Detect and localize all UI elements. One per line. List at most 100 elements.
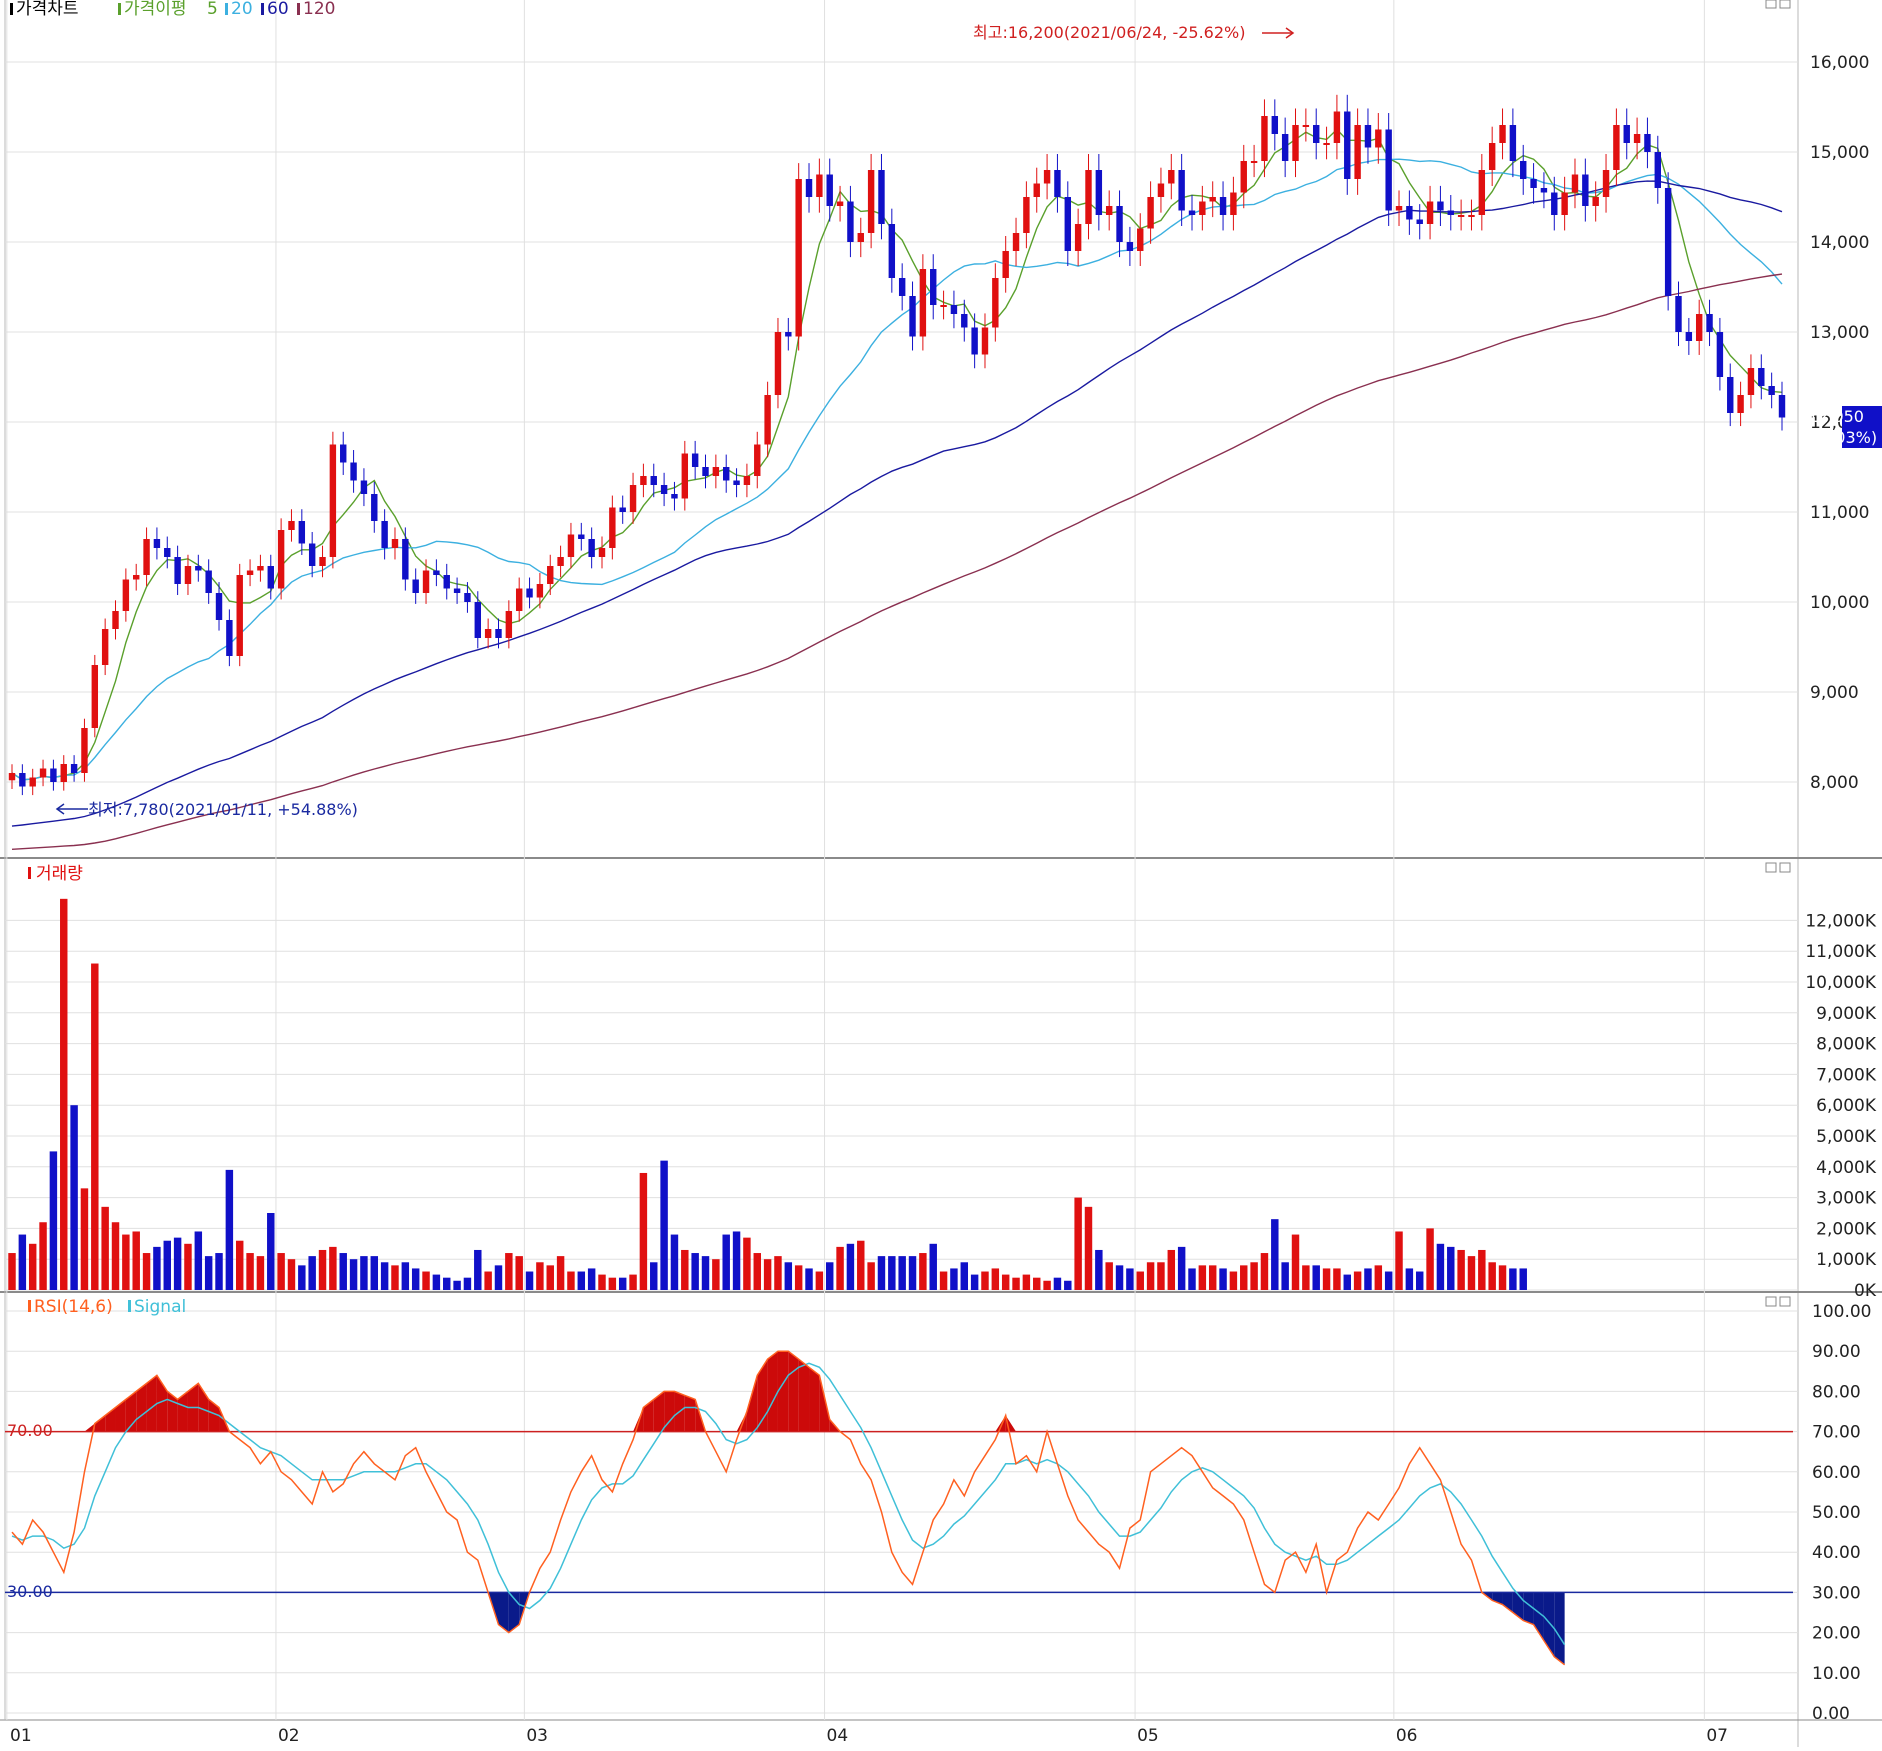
close-icon[interactable] <box>1779 862 1791 873</box>
candle-body <box>1333 111 1341 143</box>
volume-bar <box>825 1262 834 1290</box>
volume-bar <box>1364 1268 1372 1290</box>
rsi-lower-label: 30.00 <box>7 1582 53 1601</box>
volume-bar <box>360 1256 368 1290</box>
volume-bar <box>1426 1228 1434 1290</box>
volume-tick-label: 2,000K <box>1816 1219 1877 1239</box>
candle-body <box>1778 395 1786 418</box>
candle-body <box>1105 206 1113 215</box>
candle-body <box>1727 377 1734 413</box>
candle-body <box>1716 332 1724 377</box>
volume-bar <box>556 1256 565 1290</box>
volume-bar <box>339 1253 347 1290</box>
price-tick-label: 8,000 <box>1810 773 1859 793</box>
candle-body <box>267 566 274 589</box>
volume-bar <box>235 1240 244 1290</box>
volume-bar <box>929 1243 937 1290</box>
candle-body <box>785 332 792 337</box>
candle-body <box>1261 116 1268 161</box>
candle-body <box>453 588 461 593</box>
rsi-pane-controls[interactable] <box>1765 1296 1791 1307</box>
volume-bar <box>1415 1271 1424 1290</box>
legend-marker-ma5 <box>118 3 121 15</box>
candle-body <box>847 201 854 242</box>
price-tick-label: 9,000 <box>1810 683 1859 703</box>
candle-body <box>195 566 202 571</box>
candle-body <box>1582 174 1589 206</box>
candle-body <box>1644 134 1651 152</box>
volume-bar <box>1395 1231 1403 1290</box>
volume-bar <box>722 1234 730 1290</box>
volume-bar <box>618 1277 627 1290</box>
volume-bar <box>1208 1265 1217 1290</box>
volume-bars <box>8 898 1527 1290</box>
candle-body <box>1240 161 1247 193</box>
candle-body <box>19 773 26 787</box>
candle-body <box>484 629 492 638</box>
volume-bar <box>184 1243 192 1290</box>
rsi-tick-label: 100.00 <box>1812 1302 1871 1322</box>
x-tick-label: 07 <box>1706 1726 1728 1746</box>
high-annotation-text: 최고:16,200(2021/06/24, -25.62%) <box>973 23 1245 42</box>
legend-marker-ma120 <box>297 3 300 15</box>
volume-tick-label: 7,000K <box>1816 1065 1877 1085</box>
candle-body <box>795 179 802 337</box>
candle-body <box>588 539 595 557</box>
volume-bar <box>970 1274 979 1290</box>
rsi-grid <box>5 1310 1798 1714</box>
price-tick-label: 10,000 <box>1810 593 1869 613</box>
rsi-oversold-fill <box>1502 1592 1513 1613</box>
legend-marker-ma60 <box>261 3 264 15</box>
volume-bar <box>1064 1280 1072 1290</box>
volume-bar <box>763 1259 772 1290</box>
volume-bar <box>39 1222 47 1290</box>
candle-body <box>619 507 626 512</box>
minimize-icon[interactable] <box>1765 862 1777 873</box>
candle-body <box>1375 129 1382 148</box>
candle-body <box>329 444 337 557</box>
candle-body <box>60 764 67 782</box>
candle-body <box>1592 197 1599 206</box>
minimize-icon[interactable] <box>1765 1296 1777 1307</box>
candle-body <box>1219 197 1227 215</box>
rsi-overbought-fill <box>94 1415 106 1432</box>
volume-bar <box>91 963 99 1290</box>
candle-body <box>1385 129 1392 211</box>
candle-body <box>1364 125 1372 148</box>
rsi-tick-label: 0.00 <box>1812 1704 1850 1724</box>
volume-bar <box>411 1268 420 1290</box>
candle-body <box>1168 170 1175 184</box>
x-tick-label: 05 <box>1137 1726 1159 1746</box>
price-tick-label: 15,000 <box>1810 143 1869 163</box>
candle-body <box>1675 296 1682 332</box>
rsi-oversold-fill <box>1523 1592 1534 1625</box>
candle-body <box>422 570 430 593</box>
candle-body <box>743 476 751 485</box>
candle-body <box>971 327 978 355</box>
candle-body <box>50 768 57 782</box>
candle-body <box>257 566 264 571</box>
candle-body <box>319 557 326 566</box>
volume-bar <box>1167 1249 1176 1290</box>
x-tick-label: 02 <box>278 1726 300 1746</box>
volume-pane-controls[interactable] <box>1765 862 1791 873</box>
volume-bar <box>204 1256 213 1290</box>
candle-body <box>391 539 399 548</box>
volume-bar <box>277 1253 285 1290</box>
volume-bar <box>1177 1246 1186 1290</box>
volume-bar <box>908 1256 917 1290</box>
volume-bar <box>950 1268 958 1290</box>
rsi-overbought-fill <box>788 1351 799 1432</box>
close-icon[interactable] <box>1779 1296 1791 1307</box>
volume-bar <box>1033 1277 1041 1290</box>
volume-bar <box>587 1268 596 1290</box>
candle-body <box>1654 152 1661 188</box>
x-tick-label: 01 <box>10 1726 32 1746</box>
candle-body <box>723 467 730 481</box>
candle-body <box>1695 314 1703 341</box>
legend-ma120: 120 <box>303 0 335 19</box>
candle-body <box>857 233 864 242</box>
legend-ma20: 20 <box>231 0 253 19</box>
low-annotation-text: 최저:7,780(2021/01/11, +54.88%) <box>88 800 358 819</box>
candle-body <box>1033 183 1040 197</box>
